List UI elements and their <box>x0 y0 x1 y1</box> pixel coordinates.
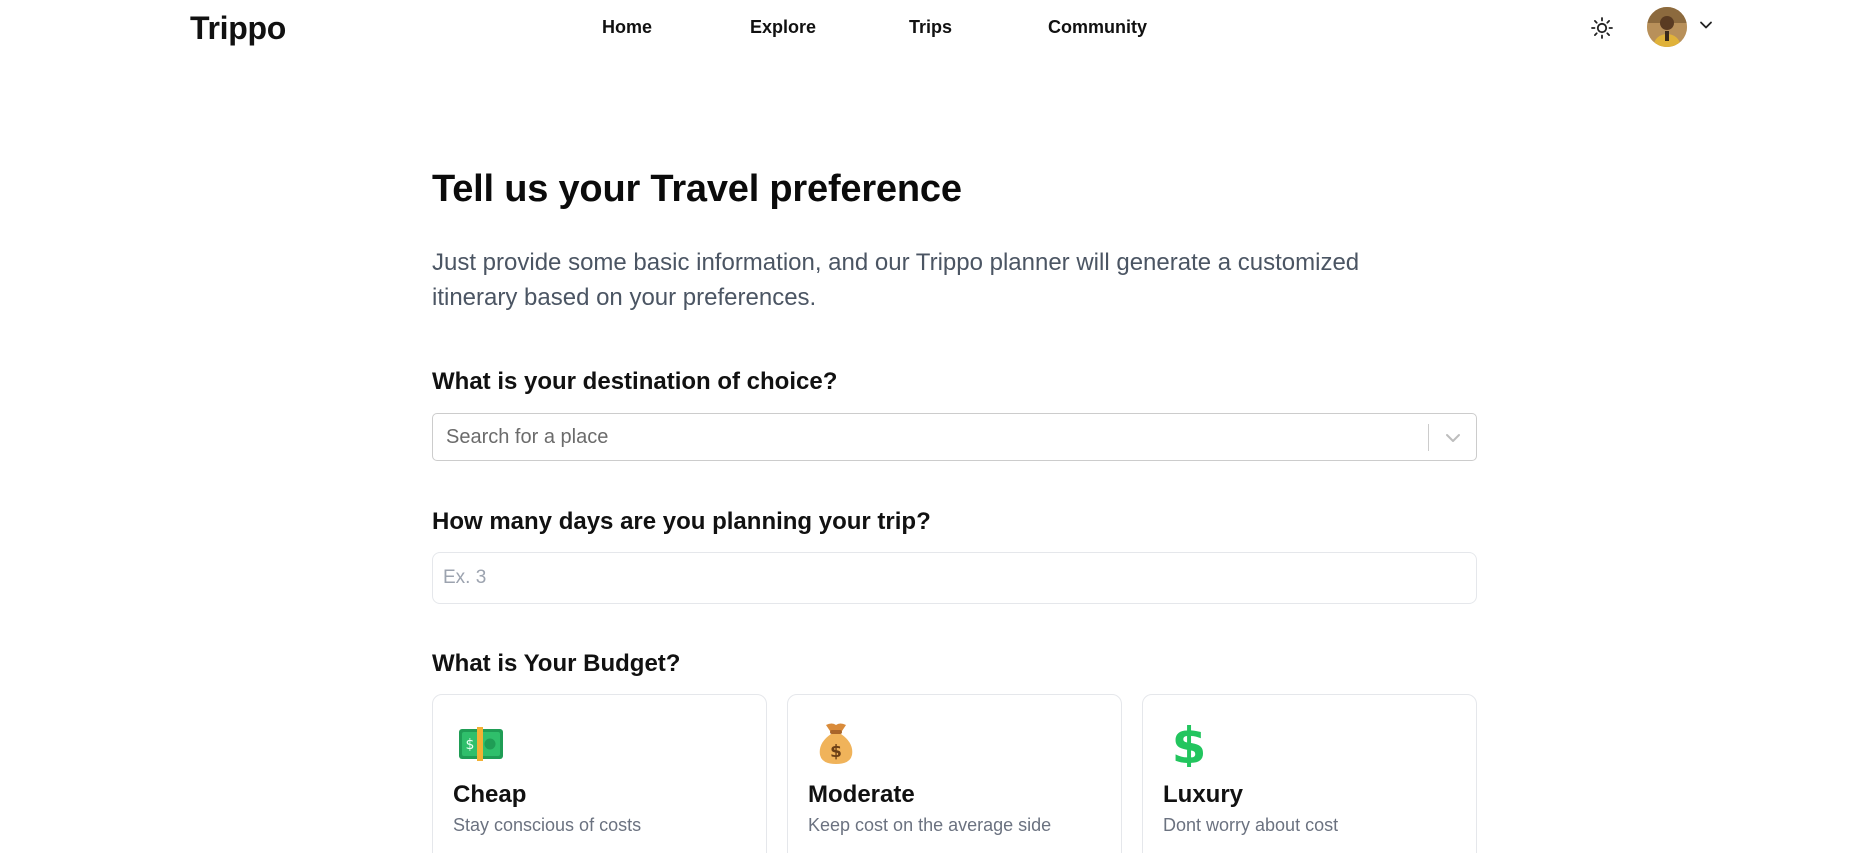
dropdown-toggle[interactable] <box>1442 427 1464 449</box>
budget-option-luxury[interactable]: $ Luxury Dont worry about cost <box>1142 694 1477 853</box>
nav-link-community[interactable]: Community <box>1048 17 1147 38</box>
budget-option-title: Cheap <box>453 781 527 808</box>
budget-option-title: Luxury <box>1163 781 1244 808</box>
budget-label: What is Your Budget? <box>432 650 681 677</box>
budget-option-description: Keep cost on the average side <box>808 815 1052 835</box>
destination-placeholder: Search for a place <box>446 426 609 448</box>
banknote-icon: $ <box>457 719 505 767</box>
app-logo[interactable]: Trippo <box>190 10 286 47</box>
chevron-down-icon <box>1446 434 1460 442</box>
trip-days-label: How many days are you planning your trip… <box>432 508 931 535</box>
page-title: Tell us your Travel preference <box>432 168 962 210</box>
nav-link-home[interactable]: Home <box>602 17 652 38</box>
page-subtitle: Just provide some basic information, and… <box>432 249 1360 311</box>
destination-search-select[interactable]: Search for a place <box>432 413 1477 461</box>
theme-toggle-button[interactable] <box>1588 14 1616 42</box>
top-navbar: Trippo Home Explore Trips Community <box>0 0 1870 60</box>
dollar-sign-icon: $ <box>1167 717 1215 775</box>
budget-option-cheap[interactable]: $ Cheap Stay conscious of costs <box>432 694 767 853</box>
chevron-down-icon <box>1700 21 1712 29</box>
budget-option-description: Dont worry about cost <box>1163 815 1339 835</box>
svg-text:$: $ <box>466 737 475 753</box>
select-separator <box>1428 424 1429 451</box>
budget-option-moderate[interactable]: $ Moderate Keep cost on the average side <box>787 694 1122 853</box>
avatar-image <box>1647 7 1687 47</box>
nav-link-explore[interactable]: Explore <box>750 17 816 38</box>
destination-label: What is your destination of choice? <box>432 368 838 395</box>
svg-text:$: $ <box>1172 719 1207 767</box>
budget-option-description: Stay conscious of costs <box>453 815 642 835</box>
svg-text:$: $ <box>830 742 842 762</box>
budget-option-title: Moderate <box>808 781 915 808</box>
nav-link-trips[interactable]: Trips <box>909 17 952 38</box>
money-bag-icon: $ <box>812 719 860 767</box>
trip-days-input[interactable] <box>432 552 1477 604</box>
user-avatar[interactable] <box>1647 7 1687 47</box>
account-menu-button[interactable] <box>1697 16 1715 34</box>
sun-icon <box>1591 17 1613 39</box>
